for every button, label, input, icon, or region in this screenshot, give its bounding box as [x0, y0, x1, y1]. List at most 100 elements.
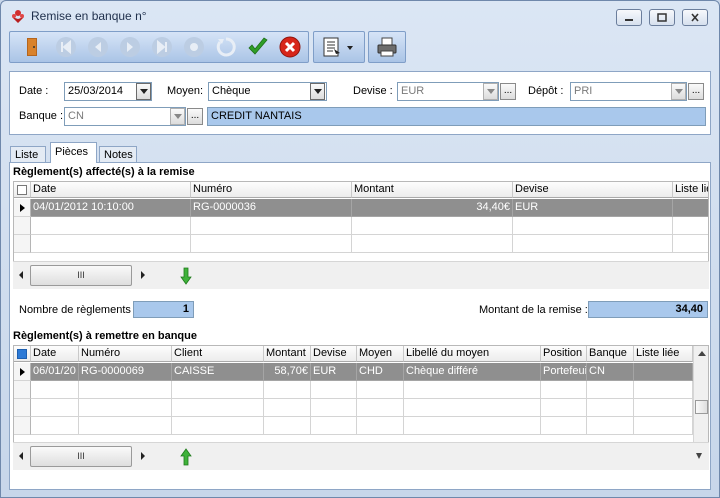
col-header-banque[interactable]: Banque: [587, 346, 634, 362]
empty-cell: [357, 417, 404, 435]
depot-select[interactable]: PRI: [570, 82, 687, 101]
banque-dropdown-button[interactable]: [170, 108, 185, 125]
pending-grid-scrollbar[interactable]: III: [13, 442, 709, 470]
amount-value: 34,40: [588, 301, 708, 318]
col-header-liste-liee[interactable]: Liste liée: [673, 182, 708, 198]
pending-grid-vertical-scrollbar[interactable]: [693, 346, 708, 442]
validate-button[interactable]: [246, 35, 270, 59]
scroll-left-icon[interactable]: [17, 451, 25, 461]
empty-cell: [79, 399, 172, 417]
col-header-devise[interactable]: Devise: [311, 346, 357, 362]
print-options-icon: [323, 37, 353, 57]
col-header-devise[interactable]: Devise: [513, 182, 673, 198]
exit-button[interactable]: [20, 35, 44, 59]
empty-cell: [673, 217, 708, 235]
scroll-thumb[interactable]: III: [30, 265, 132, 286]
date-picker-button[interactable]: [136, 83, 151, 100]
scroll-right-icon[interactable]: [139, 270, 147, 280]
empty-cell: [634, 381, 693, 399]
select-all-header[interactable]: [14, 182, 31, 198]
empty-cell: [79, 381, 172, 399]
title-bar: Remise en banque n°: [1, 1, 719, 29]
col-header-numero[interactable]: Numéro: [79, 346, 172, 362]
delete-record-icon: [216, 37, 236, 57]
table-row-cell-position[interactable]: Portefeuil: [541, 363, 587, 381]
maximize-button[interactable]: [649, 9, 675, 26]
pieces-tab-panel: Règlement(s) affecté(s) à la remise Date…: [9, 162, 711, 490]
depot-dropdown-button[interactable]: [671, 83, 686, 100]
new-record-icon: [184, 37, 204, 57]
table-row-cell-devise[interactable]: EUR: [513, 199, 673, 217]
table-row-cell-liste-liee[interactable]: [673, 199, 708, 217]
minimize-button[interactable]: [616, 9, 642, 26]
tab-liste[interactable]: Liste: [10, 146, 46, 163]
moyen-dropdown-button[interactable]: [310, 83, 325, 100]
col-header-date[interactable]: Date: [31, 346, 79, 362]
empty-cell: [404, 417, 541, 435]
empty-cell: [587, 399, 634, 417]
affected-section-title: Règlement(s) affecté(s) à la remise: [13, 166, 195, 178]
table-row-cell-montant[interactable]: 58,70€: [264, 363, 311, 381]
next-record-button[interactable]: [118, 35, 142, 59]
move-down-arrow-icon[interactable]: [180, 267, 192, 285]
col-header-moyen[interactable]: Moyen: [357, 346, 404, 362]
table-row-cell-libelle[interactable]: Chèque différé: [404, 363, 541, 381]
header-panel: Date : 25/03/2014 Moyen: Chèque Devise :…: [9, 71, 711, 135]
row-indicator: [14, 235, 31, 253]
col-header-libelle[interactable]: Libellé du moyen: [404, 346, 541, 362]
new-record-button[interactable]: [182, 35, 206, 59]
last-record-button[interactable]: [150, 35, 174, 59]
banque-select[interactable]: CN: [64, 107, 186, 126]
table-row-cell-liste-liee[interactable]: [634, 363, 693, 381]
col-header-montant[interactable]: Montant: [264, 346, 311, 362]
table-row-cell-banque[interactable]: CN: [587, 363, 634, 381]
print-options-button[interactable]: [320, 35, 360, 59]
chevron-down-icon: [140, 89, 148, 94]
previous-record-button[interactable]: [86, 35, 110, 59]
cancel-button[interactable]: [278, 35, 302, 59]
empty-cell: [513, 217, 673, 235]
row-indicator[interactable]: [14, 363, 31, 381]
table-row-cell-date[interactable]: 04/01/2012 10:10:00: [31, 199, 191, 217]
row-indicator[interactable]: [14, 199, 31, 217]
banque-lookup-button[interactable]: ...: [187, 108, 203, 125]
select-all-header[interactable]: [14, 346, 31, 362]
cancel-x-icon: [279, 36, 301, 58]
empty-cell: [634, 417, 693, 435]
scroll-down-icon[interactable]: [695, 451, 703, 461]
col-header-position[interactable]: Position: [541, 346, 587, 362]
table-row-cell-numero[interactable]: RG-0000036: [191, 199, 352, 217]
scroll-thumb[interactable]: III: [30, 446, 132, 467]
table-row-cell-montant[interactable]: 34,40€: [352, 199, 513, 217]
table-row-cell-moyen[interactable]: CHD: [357, 363, 404, 381]
col-header-liste-liee[interactable]: Liste liée: [634, 346, 693, 362]
tab-notes[interactable]: Notes: [99, 146, 137, 163]
table-row-cell-numero[interactable]: RG-0000069: [79, 363, 172, 381]
move-up-arrow-icon[interactable]: [180, 448, 192, 466]
affected-grid-scrollbar[interactable]: III: [13, 261, 709, 289]
minimize-icon: [625, 19, 633, 21]
devise-lookup-button[interactable]: ...: [500, 83, 516, 100]
table-row-cell-client[interactable]: CAISSE: [172, 363, 264, 381]
table-row-cell-date[interactable]: 06/01/20: [31, 363, 79, 381]
print-button[interactable]: [375, 35, 399, 59]
pending-section-title: Règlement(s) à remettre en banque: [13, 330, 197, 342]
table-row-cell-devise[interactable]: EUR: [311, 363, 357, 381]
devise-dropdown-button[interactable]: [483, 83, 498, 100]
depot-lookup-button[interactable]: ...: [688, 83, 704, 100]
first-record-button[interactable]: [54, 35, 78, 59]
scroll-thumb[interactable]: [695, 400, 708, 414]
col-header-date[interactable]: Date: [31, 182, 191, 198]
count-value: 1: [133, 301, 194, 318]
scroll-left-icon[interactable]: [17, 270, 25, 280]
col-header-montant[interactable]: Montant: [352, 182, 513, 198]
tab-pieces[interactable]: Pièces: [50, 142, 97, 163]
col-header-client[interactable]: Client: [172, 346, 264, 362]
affected-payments-grid: Date Numéro Montant Devise Liste liée 04…: [13, 181, 709, 263]
col-header-numero[interactable]: Numéro: [191, 182, 352, 198]
empty-cell: [587, 417, 634, 435]
delete-record-button[interactable]: [214, 35, 238, 59]
scroll-up-icon[interactable]: [697, 350, 707, 358]
close-window-button[interactable]: [682, 9, 708, 26]
scroll-right-icon[interactable]: [139, 451, 147, 461]
